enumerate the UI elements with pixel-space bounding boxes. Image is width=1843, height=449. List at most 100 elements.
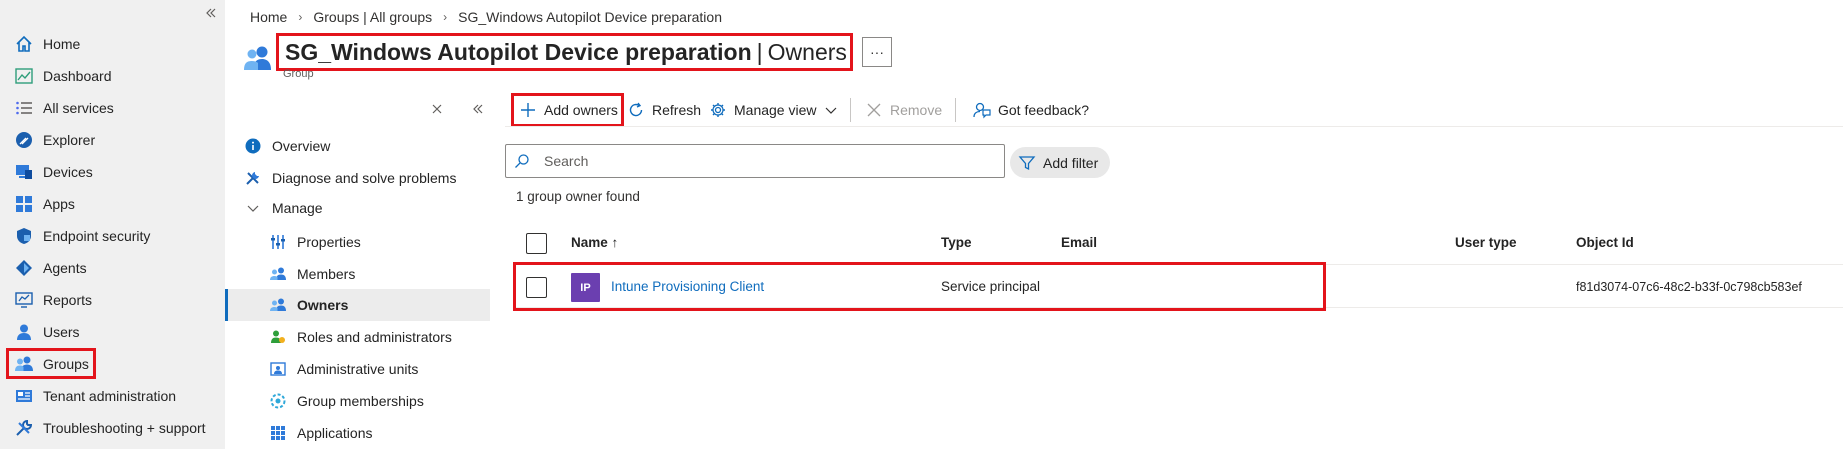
page-subtitle: Group [283, 68, 314, 80]
nav-label: Dashboard [43, 68, 112, 84]
owners-icon [269, 296, 287, 314]
admin-units-icon [269, 360, 287, 378]
chevron-right-icon: › [443, 10, 448, 24]
breadcrumb-groups[interactable]: Groups | All groups [313, 9, 432, 25]
tenant-admin-icon [14, 386, 34, 406]
chevron-down-icon [244, 199, 262, 217]
user-icon [14, 322, 34, 342]
result-count: 1 group owner found [516, 189, 640, 204]
add-owners-highlight-box [511, 93, 624, 127]
add-filter-button[interactable]: Add filter [1010, 147, 1110, 178]
menu-item-applications[interactable]: Applications [269, 418, 373, 448]
breadcrumb-current[interactable]: SG_Windows Autopilot Device preparation [458, 9, 722, 25]
group-icon [243, 44, 273, 74]
title-separator: | [756, 38, 763, 65]
nav-item-tenant-administration[interactable]: Tenant administration [8, 381, 218, 411]
nav-item-all-services[interactable]: All services [8, 93, 218, 123]
menu-item-overview[interactable]: Overview [244, 131, 330, 161]
nav-label: All services [43, 100, 114, 116]
menu-item-owners[interactable]: Owners [269, 290, 348, 320]
devices-icon [14, 162, 34, 182]
properties-icon [269, 233, 287, 251]
nav-label: Explorer [43, 132, 96, 148]
refresh-icon [627, 101, 645, 119]
group-name-title: SG_Windows Autopilot Device preparation [285, 38, 752, 65]
selected-indicator [225, 289, 228, 321]
menu-item-group-memberships[interactable]: Group memberships [269, 386, 424, 416]
nav-label: Reports [43, 292, 93, 308]
double-chevron-left-icon[interactable] [203, 5, 219, 21]
gear-icon [709, 101, 727, 119]
nav-item-endpoint-security[interactable]: Endpoint security [8, 221, 218, 251]
menu-item-roles[interactable]: Roles and administrators [269, 322, 452, 352]
column-header-email[interactable]: Email [1061, 235, 1097, 250]
nav-item-devices[interactable]: Devices [8, 157, 218, 187]
nav-item-explorer[interactable]: Explorer [8, 125, 218, 155]
nav-item-dashboard[interactable]: Dashboard [8, 61, 218, 91]
nav-item-users[interactable]: Users [8, 317, 218, 347]
menu-label: Diagnose and solve problems [272, 170, 457, 186]
selected-menu-background [225, 289, 490, 321]
column-header-object-id[interactable]: Object Id [1576, 235, 1634, 250]
nav-item-apps[interactable]: Apps [8, 189, 218, 219]
menu-item-admin-units[interactable]: Administrative units [269, 354, 418, 384]
info-icon [244, 137, 262, 155]
manage-view-label: Manage view [734, 102, 817, 118]
menu-label: Applications [297, 425, 373, 441]
close-icon [865, 101, 883, 119]
menu-item-properties[interactable]: Properties [269, 227, 361, 257]
nav-label: Devices [43, 164, 93, 180]
chevron-right-icon: › [298, 10, 303, 24]
search-input[interactable] [544, 153, 984, 169]
more-options-button[interactable]: ··· [862, 37, 892, 67]
nav-label: Apps [43, 196, 75, 212]
applications-icon [269, 424, 287, 442]
group-memberships-icon [269, 392, 287, 410]
add-filter-label: Add filter [1043, 154, 1099, 171]
owner-object-id: f81d3074-07c6-48c2-b33f-0c798cb583ef [1576, 280, 1802, 294]
nav-item-troubleshooting[interactable]: Troubleshooting + support [8, 413, 218, 443]
nav-item-home[interactable]: Home [8, 29, 218, 59]
menu-item-diagnose[interactable]: Diagnose and solve problems [244, 163, 456, 193]
close-icon[interactable] [430, 102, 444, 116]
search-icon [514, 153, 530, 169]
menu-label: Administrative units [297, 361, 419, 377]
column-header-type[interactable]: Type [941, 235, 972, 250]
menu-label: Group memberships [297, 393, 424, 409]
menu-label: Manage [272, 200, 323, 216]
refresh-button[interactable]: Refresh [627, 98, 701, 122]
members-icon [269, 265, 287, 283]
double-chevron-left-icon[interactable] [470, 101, 486, 117]
remove-button[interactable]: Remove [865, 98, 942, 122]
menu-group-manage[interactable]: Manage [244, 193, 323, 223]
remove-label: Remove [890, 102, 943, 118]
feedback-button[interactable]: Got feedback? [973, 98, 1089, 122]
breadcrumb-home[interactable]: Home [250, 9, 287, 25]
roles-icon [269, 328, 287, 346]
nav-item-agents[interactable]: Agents [8, 253, 218, 283]
groups-highlight-box [6, 348, 96, 379]
toolbar-divider [955, 98, 956, 122]
column-header-name[interactable]: Name ↑ [571, 235, 618, 250]
search-box[interactable] [505, 144, 1005, 178]
manage-view-button[interactable]: Manage view [709, 98, 837, 122]
reports-icon [14, 290, 34, 310]
menu-label: Members [297, 266, 356, 282]
apps-icon [14, 194, 34, 214]
home-icon [14, 34, 34, 54]
column-header-user-type[interactable]: User type [1455, 235, 1517, 250]
command-bar-divider [505, 126, 1843, 127]
agents-icon [14, 258, 34, 278]
menu-label: Roles and administrators [297, 329, 452, 345]
select-all-checkbox[interactable] [526, 233, 547, 254]
nav-item-reports[interactable]: Reports [8, 285, 218, 315]
left-navigation: Home Dashboard All services Explorer Dev… [0, 0, 225, 449]
section-title: Owners [767, 38, 847, 65]
nav-label: Users [43, 324, 80, 340]
nav-label: Home [43, 36, 81, 52]
chevron-down-icon [825, 104, 837, 116]
filter-icon [1018, 154, 1036, 172]
toolbar-divider [850, 98, 851, 122]
page-title: SG_Windows Autopilot Device preparation … [276, 33, 853, 71]
menu-item-members[interactable]: Members [269, 259, 355, 289]
